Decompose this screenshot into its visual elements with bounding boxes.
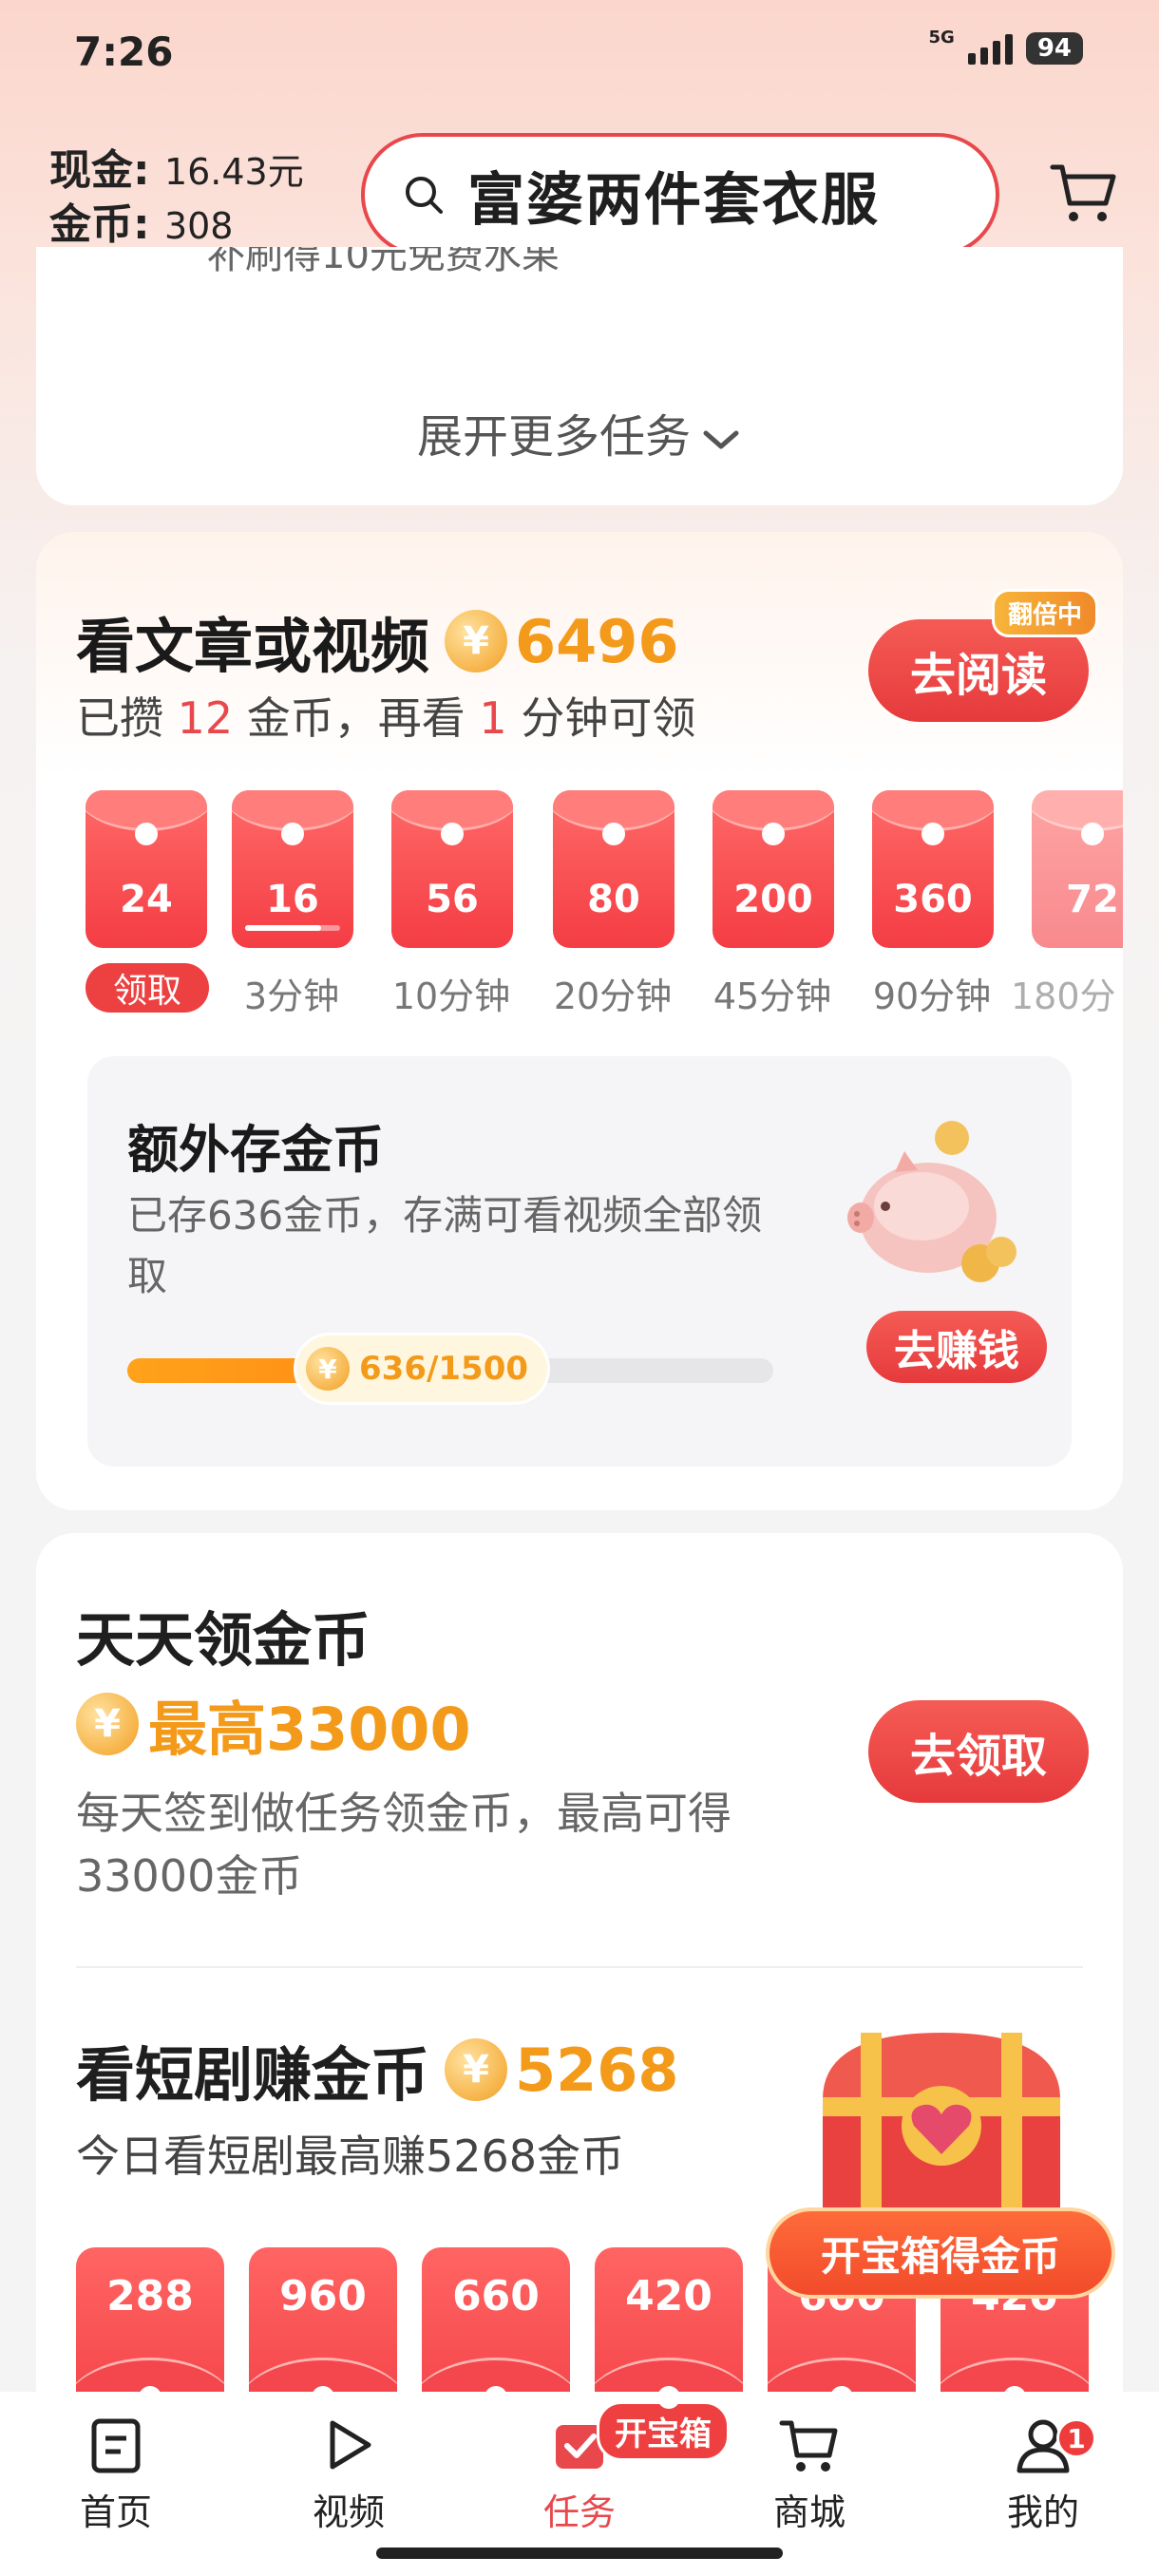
reward-label: 20分钟 [553, 975, 673, 1017]
cash-label: 现金: [49, 146, 150, 195]
coin-icon: ¥ [445, 2038, 508, 2101]
coin-icon: ¥ [445, 610, 508, 672]
home-icon [91, 2418, 141, 2473]
search-query: 富婆两件套衣服 [467, 166, 880, 234]
daily-title: 天天领金币 [76, 1605, 371, 1675]
reward-label: 3分钟 [243, 975, 340, 1017]
cash-value: 16.43元 [163, 151, 304, 193]
status-time: 7:26 [74, 28, 174, 75]
reward-envelope[interactable]: 200 [712, 790, 834, 948]
play-icon [330, 2420, 371, 2470]
daily-max: ¥ 最高33000 [76, 1681, 471, 1767]
tab-mall[interactable]: 商城 [733, 2407, 885, 2535]
coin-icon: ¥ [306, 1347, 350, 1391]
reward-label: 10分钟 [391, 975, 511, 1017]
daily-desc: 每天签到做任务领金币，最高可得33000金币 [76, 1788, 732, 1902]
expand-more-button[interactable]: 展开更多任务 [36, 399, 1123, 465]
search-bar[interactable]: 富婆两件套衣服 [361, 133, 999, 256]
savings-progress-bar: ¥ 636/1500 [127, 1335, 773, 1402]
top-header: 现金: 16.43元 金币: 308 富婆两件套衣服 [0, 123, 1159, 266]
network-type: 5G [928, 27, 955, 47]
coin-label: 金币: [49, 200, 150, 249]
tab-video[interactable]: 视频 [273, 2407, 425, 2535]
reward-envelope[interactable]: 360 [872, 790, 994, 948]
extra-savings-panel: 额外存金币 已存636金币，存满可看视频全部领取 ¥ 636/1500 去赚钱 [87, 1056, 1072, 1467]
status-bar: 7:26 5G 94 [0, 0, 1159, 114]
reward-envelope[interactable]: 56 [391, 790, 513, 948]
home-indicator[interactable] [376, 2548, 783, 2559]
coin-value: 308 [163, 205, 234, 247]
open-chest-button[interactable]: 开宝箱得金币 [766, 2207, 1115, 2299]
reward-envelope[interactable]: 16 [232, 790, 353, 948]
task-tab-badge: 开宝箱 [597, 2401, 730, 2461]
reward-envelope[interactable]: 80 [553, 790, 674, 948]
savings-progress-badge: ¥ 636/1500 [296, 1335, 548, 1402]
go-claim-button[interactable]: 去领取 [868, 1700, 1089, 1803]
tab-home[interactable]: 首页 [40, 2407, 192, 2535]
savings-title: 额外存金币 [127, 1120, 384, 1180]
read-title: 看文章或视频 ¥ 6496 [76, 606, 679, 682]
chevron-down-icon [703, 430, 739, 449]
reward-envelope[interactable]: 24 [86, 790, 207, 948]
savings-desc: 已存636金币，存满可看视频全部领取 [127, 1192, 763, 1299]
clipped-task-text: 补刷得10元免费水果 [207, 247, 560, 277]
reward-label: 45分钟 [712, 975, 832, 1017]
signal-icon [967, 32, 1013, 65]
drama-title: 看短剧赚金币 ¥ 5268 [76, 2035, 679, 2111]
read-video-card: 看文章或视频 ¥ 6496 已攒 12 金币，再看 1 分钟可领 去阅读 翻倍中… [36, 532, 1123, 1510]
reward-label: 90分钟 [872, 975, 992, 1017]
read-subtitle: 已攒 12 金币，再看 1 分钟可领 [76, 692, 696, 744]
task-list-card: 补刷得10元免费水果 展开更多任务 [36, 247, 1123, 505]
profile-notification-badge: 1 [1056, 2418, 1096, 2458]
divider [76, 1966, 1083, 1968]
drama-subtitle: 今日看短剧最高赚5268金币 [76, 2131, 625, 2182]
balance[interactable]: 现金: 16.43元 金币: 308 [49, 144, 304, 253]
coin-icon: ¥ [76, 1693, 139, 1755]
cart-icon[interactable] [1047, 156, 1119, 228]
expand-label: 展开更多任务 [416, 410, 691, 464]
tab-profile[interactable]: 我的 [967, 2407, 1119, 2535]
read-total: 6496 [515, 606, 679, 676]
go-earn-button[interactable]: 去赚钱 [866, 1311, 1047, 1383]
piggy-bank-icon [847, 1121, 1016, 1282]
reward-label: 180分 [1011, 975, 1116, 1017]
reward-envelope[interactable]: 72 [1032, 790, 1123, 948]
claim-pill[interactable]: 领取 [86, 963, 209, 1013]
reward-progress [245, 925, 340, 931]
battery-level: 94 [1025, 32, 1083, 65]
double-tag: 翻倍中 [992, 589, 1099, 637]
drama-total: 5268 [515, 2035, 679, 2105]
cart-icon [779, 2420, 838, 2472]
search-icon [406, 177, 443, 214]
